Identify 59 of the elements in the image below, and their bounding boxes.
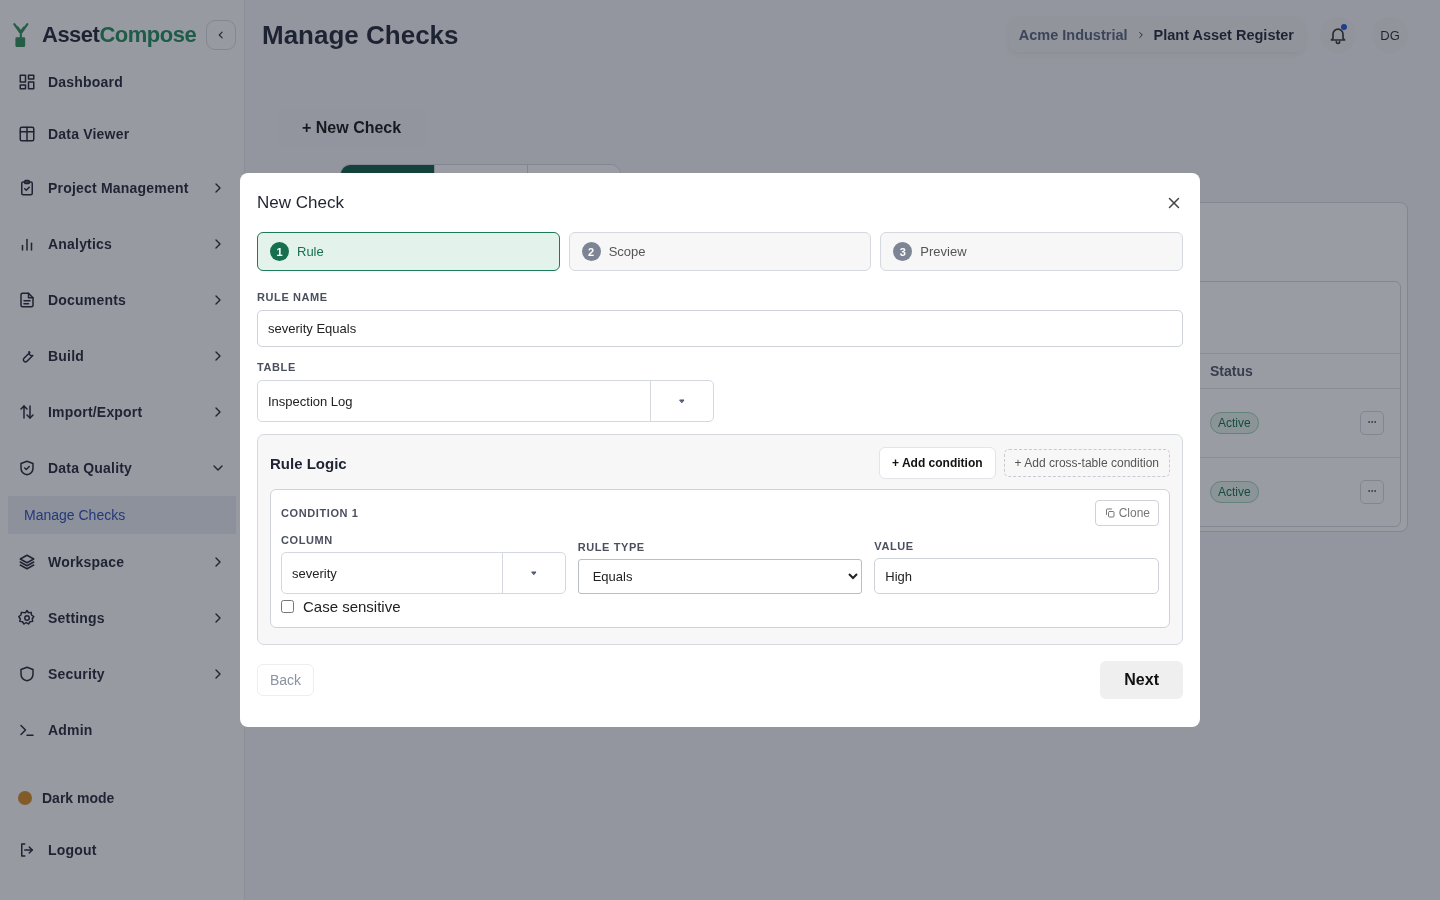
add-condition-button[interactable]: + Add condition (879, 447, 996, 479)
logout-icon (18, 841, 36, 859)
next-button[interactable]: Next (1100, 661, 1183, 699)
sidebar-subitem[interactable]: Manage Checks (8, 496, 236, 534)
shield-icon (18, 665, 36, 683)
condition-title: CONDITION 1 (281, 507, 359, 519)
sidebar-item[interactable]: Documents (8, 272, 236, 328)
clone-button[interactable]: Clone (1094, 500, 1159, 526)
sidebar-item[interactable]: Analytics (8, 216, 236, 272)
step-number: 1 (270, 242, 289, 261)
sidebar-item[interactable]: Import/Export (8, 384, 236, 440)
add-cross-table-button[interactable]: + Add cross-table condition (1003, 449, 1170, 477)
rule-type-select[interactable]: Equals (577, 559, 863, 594)
sidebar-item[interactable]: Settings (8, 590, 236, 646)
field-label: COLUMN (281, 534, 334, 546)
shield-check-icon (18, 459, 36, 477)
bell-icon (1328, 25, 1348, 45)
sidebar-item[interactable]: Dashboard (8, 56, 236, 108)
sidebar-item[interactable]: Data Viewer (8, 108, 236, 160)
field-label: VALUE (874, 540, 915, 552)
layers-icon (18, 553, 36, 571)
sidebar-item[interactable]: Admin (8, 702, 236, 758)
settings-icon (18, 609, 36, 627)
sidebar-item[interactable]: Workspace (8, 534, 236, 590)
status-badge: Active (1210, 412, 1259, 434)
logout-button[interactable]: Logout (8, 824, 236, 876)
rule-name-field[interactable]: severity Equals (257, 310, 1183, 347)
column-select[interactable]: severity (281, 552, 566, 594)
page-title: Manage Checks (262, 19, 460, 51)
sidebar-item[interactable]: Build (8, 328, 236, 384)
step-tab[interactable]: 3 Preview (880, 232, 1183, 271)
table-select[interactable]: Inspection Log (257, 380, 714, 422)
dashboard-icon (18, 73, 36, 91)
breadcrumb-item[interactable]: Acme Industrial (1018, 27, 1128, 43)
section-title: Rule Logic (270, 454, 348, 472)
step-tab[interactable]: 1 Rule (257, 232, 560, 271)
status-badge: Active (1210, 481, 1259, 503)
step-number: 2 (581, 242, 601, 261)
arrows-icon (18, 403, 36, 421)
clipboard-icon (18, 179, 36, 197)
dark-mode-toggle[interactable]: Dark mode (8, 772, 236, 824)
sidebar-item[interactable]: Security (8, 646, 236, 702)
modal-title: New Check (257, 193, 345, 213)
document-icon (18, 291, 36, 309)
field-label: TABLE (257, 361, 297, 373)
step-number: 3 (893, 242, 913, 261)
sidebar-item[interactable]: Data Quality (8, 440, 236, 496)
brand-logo: AssetCompose (42, 22, 197, 48)
breadcrumb-item[interactable]: Plant Asset Register (1153, 27, 1294, 43)
field-label: RULE TYPE (577, 541, 646, 553)
field-label: RULE NAME (257, 291, 329, 303)
copy-icon (1103, 507, 1116, 519)
column-header: Status (1210, 363, 1254, 379)
checkbox[interactable] (281, 600, 294, 613)
table-icon (18, 125, 36, 143)
sidebar-item[interactable]: Project Management (8, 160, 236, 216)
checkbox-label: Case sensitive (303, 598, 401, 615)
value-field[interactable]: High (874, 558, 1159, 594)
step-tab[interactable]: 2 Scope (568, 232, 872, 271)
